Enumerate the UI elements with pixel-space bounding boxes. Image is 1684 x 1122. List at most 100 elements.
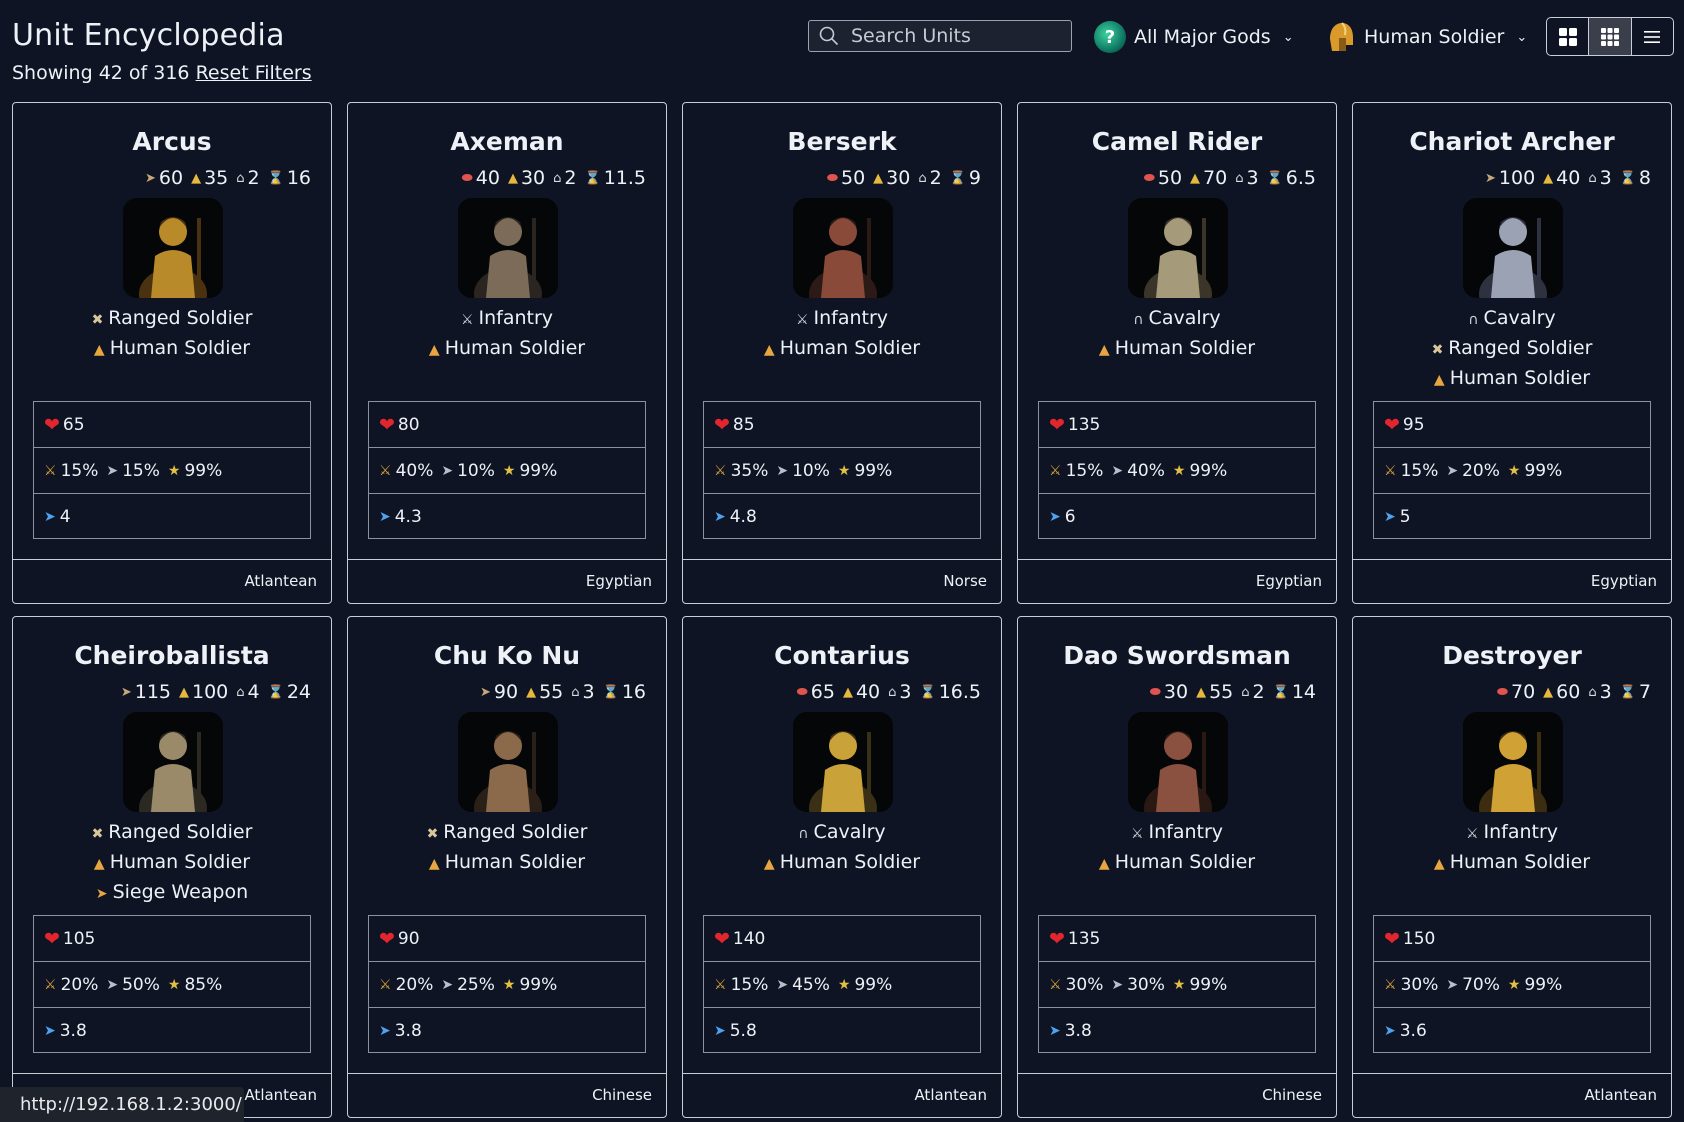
unit-tag: ✖ Ranged Soldier [13, 303, 331, 333]
unit-tag: ▲ Human Soldier [683, 847, 1001, 877]
unit-portrait [793, 198, 893, 298]
population-icon: ⌂ [918, 170, 927, 186]
unit-card[interactable]: Arcus ➤ 60 ▲ 35 ⌂ 2 ⌛ 16 ✖ Ranged Soldier ▲ Human So… [12, 102, 332, 604]
cost-value: 90 [493, 681, 519, 703]
gold-icon: ▲ [1196, 684, 1207, 700]
population-icon: ⌂ [1588, 684, 1597, 700]
human-soldier-icon: ▲ [763, 856, 775, 872]
crush-armor-icon: ★ [837, 976, 851, 993]
armor-row: ⚔ 20% ➤ 25% ★ 99% [369, 962, 645, 1008]
food-icon: ⬬ [1143, 170, 1155, 186]
speed-value: 3.6 [1399, 1021, 1427, 1041]
hack-armor-icon: ⚔ [44, 976, 57, 993]
speed-row: ➤ 5.8 [704, 1008, 980, 1054]
unit-tag: ➤ Siege Weapon [13, 877, 331, 907]
unit-stats-table: ❤ 80 ⚔ 40% ➤ 10% ★ 99% ➤ 4.3 [368, 401, 646, 539]
list-view-button[interactable] [1632, 18, 1673, 55]
cost-value: 60 [1556, 681, 1581, 703]
unit-card[interactable]: Camel Rider ⬬ 50 ▲ 70 ⌂ 3 ⌛ 6.5 ∩ Cavalry ▲ Human So… [1017, 102, 1337, 604]
ranged-soldier-icon: ✖ [1431, 342, 1444, 358]
unit-tag-label: Human Soldier [779, 337, 921, 359]
cost-value: 30 [886, 167, 911, 189]
search-box[interactable] [808, 20, 1072, 52]
gold-icon: ▲ [1543, 170, 1554, 186]
unit-tag-label: Infantry [1483, 821, 1559, 843]
unit-tag: ✖ Ranged Soldier [13, 817, 331, 847]
unit-tag: ⚔ Infantry [1018, 817, 1336, 847]
unit-tag: ▲ Human Soldier [1353, 363, 1671, 393]
unit-name: Camel Rider [1091, 127, 1263, 156]
hack-armor-value: 15% [60, 460, 99, 481]
hourglass-icon: ⌛ [949, 170, 966, 186]
unit-card[interactable]: Chariot Archer ➤ 100 ▲ 40 ⌂ 3 ⌛ 8 ∩ Cavalry ✖ Ranged… [1352, 102, 1672, 604]
cost-value: 16 [286, 167, 311, 189]
cavalry-icon: ∩ [1468, 312, 1479, 328]
unit-tags: ⚔ Infantry ▲ Human Soldier [348, 303, 666, 363]
unit-tag: ✖ Ranged Soldier [348, 817, 666, 847]
unit-card[interactable]: Chu Ko Nu ➤ 90 ▲ 55 ⌂ 3 ⌛ 16 ✖ Ranged Soldier ▲ Huma… [347, 616, 667, 1118]
hack-armor-icon: ⚔ [379, 976, 392, 993]
cost-value: 40 [475, 167, 500, 189]
infantry-icon: ⚔ [1465, 826, 1479, 842]
unit-card[interactable]: Dao Swordsman ⬬ 30 ▲ 55 ⌂ 2 ⌛ 14 ⚔ Infantry ▲ Human … [1017, 616, 1337, 1118]
speed-icon: ➤ [1049, 509, 1061, 525]
hourglass-icon: ⌛ [584, 170, 601, 186]
hack-armor-value: 30% [1400, 974, 1439, 995]
cost-value: 3 [1599, 681, 1612, 703]
unit-card[interactable]: Cheiroballista ➤ 115 ▲ 100 ⌂ 4 ⌛ 24 ✖ Ranged Soldi… [12, 616, 332, 1118]
hack-armor-value: 15% [730, 974, 769, 995]
reset-filters-link[interactable]: Reset Filters [196, 62, 312, 84]
unit-tag-label: Ranged Soldier [108, 307, 253, 329]
unit-tag-label: Ranged Soldier [443, 821, 588, 843]
unit-card[interactable]: Contarius ⬬ 65 ▲ 40 ⌂ 3 ⌛ 16.5 ∩ Cavalry ▲ Human Sol… [682, 616, 1002, 1118]
speed-value: 3.8 [59, 1021, 87, 1041]
population-icon: ⌂ [236, 684, 245, 700]
speed-icon: ➤ [714, 509, 726, 525]
unit-tags: ∩ Cavalry ▲ Human Soldier [683, 817, 1001, 877]
unit-tag: ▲ Human Soldier [13, 847, 331, 877]
cost-value: 2 [564, 167, 577, 189]
cost-value: 16 [621, 681, 646, 703]
unit-tag-label: Human Soldier [109, 851, 251, 873]
wood-icon: ➤ [479, 684, 491, 700]
heart-icon: ❤ [44, 413, 60, 436]
chevron-down-icon: ⌄ [1516, 29, 1528, 45]
unit-type-dropdown[interactable]: Human Soldier ⌄ [1326, 20, 1527, 54]
crush-armor-value: 99% [1524, 460, 1563, 481]
heart-icon: ❤ [714, 927, 730, 950]
gods-filter-dropdown[interactable]: ? All Major Gods ⌄ [1094, 20, 1294, 54]
armor-row: ⚔ 30% ➤ 70% ★ 99% [1374, 962, 1650, 1008]
cost-value: 2 [929, 167, 942, 189]
hourglass-icon: ⌛ [1619, 684, 1636, 700]
large-grid-view-button[interactable] [1547, 18, 1590, 55]
crush-armor-value: 99% [1189, 974, 1228, 995]
armor-row: ⚔ 20% ➤ 50% ★ 85% [34, 962, 310, 1008]
small-grid-view-button[interactable] [1589, 18, 1632, 55]
unit-card[interactable]: Berserk ⬬ 50 ▲ 30 ⌂ 2 ⌛ 9 ⚔ Infantry ▲ Human Soldier… [682, 102, 1002, 604]
human-soldier-icon: ▲ [1098, 856, 1110, 872]
unit-tag: ∩ Cavalry [683, 817, 1001, 847]
cost-value: 3 [1599, 167, 1612, 189]
speed-icon: ➤ [379, 1023, 391, 1039]
cost-value: 2 [1252, 681, 1265, 703]
hitpoints-row: ❤ 140 [704, 916, 980, 962]
armor-row: ⚔ 15% ➤ 45% ★ 99% [704, 962, 980, 1008]
hitpoints-row: ❤ 65 [34, 402, 310, 448]
unit-tag: ▲ Human Soldier [13, 333, 331, 363]
unit-card[interactable]: Destroyer ⬬ 70 ▲ 60 ⌂ 3 ⌛ 7 ⚔ Infantry ▲ Human Soldi… [1352, 616, 1672, 1118]
unit-tag-label: Human Soldier [444, 851, 586, 873]
unit-card[interactable]: Axeman ⬬ 40 ▲ 30 ⌂ 2 ⌛ 11.5 ⚔ Infantry ▲ Human Soldi… [347, 102, 667, 604]
armor-row: ⚔ 35% ➤ 10% ★ 99% [704, 448, 980, 494]
search-input[interactable] [849, 24, 1053, 48]
cost-value: 30 [520, 167, 546, 189]
speed-row: ➤ 4.3 [369, 494, 645, 540]
pierce-armor-icon: ➤ [441, 462, 454, 479]
unit-portrait [458, 198, 558, 298]
unit-culture: Atlantean [13, 559, 331, 603]
wood-icon: ➤ [120, 684, 132, 700]
hitpoints-value: 90 [397, 928, 420, 949]
hitpoints-value: 135 [1067, 414, 1101, 435]
hitpoints-value: 80 [397, 414, 420, 435]
unit-tag-label: Human Soldier [1114, 337, 1256, 359]
speed-value: 3.8 [394, 1021, 422, 1041]
